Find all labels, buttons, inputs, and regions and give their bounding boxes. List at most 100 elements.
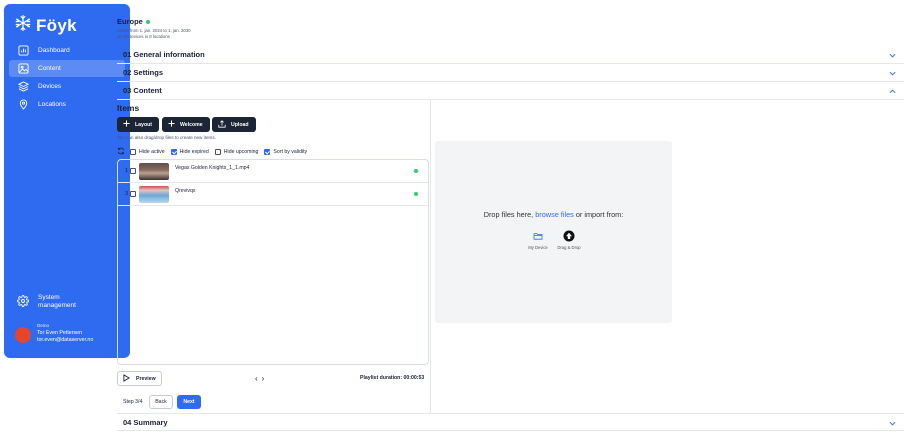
checkbox[interactable] (130, 168, 136, 174)
add-welcome-button[interactable]: Welcome (162, 117, 210, 132)
user-org: Demo (37, 323, 50, 328)
chevron-up-icon (888, 87, 896, 95)
filter-hide-expired[interactable]: Hide expired (170, 149, 209, 155)
file-dropzone[interactable]: Drop files here, browse files or import … (435, 141, 672, 323)
section-title: 03 Content (123, 86, 162, 95)
device-summary: on 10 devices in 8 locations (117, 34, 170, 39)
page-title: Europe (117, 17, 150, 26)
sidebar-nav: Dashboard Content Devices Locations (9, 42, 125, 114)
sidebar-item-dashboard[interactable]: Dashboard (9, 42, 125, 59)
plus-icon (168, 120, 175, 129)
main-content: Europe Active from 1. jan. 2024 to 1. ja… (117, 0, 904, 438)
system-label-line2: management (38, 302, 76, 309)
checkbox[interactable] (214, 149, 221, 155)
playlist-name: Europe (117, 17, 143, 26)
source-label: My Device (528, 245, 548, 250)
step-indicator: Step 3/4 (123, 399, 143, 405)
dropzone-text: Drop files here, browse files or import … (435, 210, 672, 219)
item-number: 1 (124, 168, 128, 174)
layers-icon (17, 81, 29, 93)
checkbox[interactable] (264, 149, 271, 155)
item-name: Qrevivqx (175, 188, 196, 194)
refresh-icon[interactable] (117, 147, 125, 157)
user-name: Tor Even Pettersen (37, 329, 83, 336)
chevron-down-icon (888, 69, 896, 77)
filter-hide-active[interactable]: Hide active (130, 149, 165, 155)
app-logo[interactable]: Föyk (14, 14, 77, 37)
filter-hide-upcoming[interactable]: Hide upcoming (214, 149, 259, 155)
chevron-down-icon (888, 419, 896, 427)
section-general-information[interactable]: 01 General information (117, 46, 904, 64)
item-thumbnail (139, 162, 169, 180)
app-name: Föyk (36, 15, 77, 35)
column-divider (430, 100, 431, 414)
item-thumbnail (139, 185, 169, 203)
filter-bar: Hide active Hide expired Hide upcoming S… (117, 147, 313, 157)
chevron-down-icon (888, 51, 896, 59)
sidebar: Föyk Dashboard Content Devices Locations (4, 4, 130, 358)
sidebar-item-label: Devices (38, 83, 62, 90)
upload-circle-icon (554, 230, 584, 242)
checkbox[interactable] (170, 149, 177, 155)
browse-files-link[interactable]: browse files (535, 210, 574, 219)
playlist-duration: Playlist duration: 00:00:53 (360, 375, 425, 381)
items-heading: Items (117, 103, 140, 113)
button-label: Welcome (180, 121, 203, 128)
button-label: Layout (135, 121, 153, 128)
next-button[interactable]: Next (177, 395, 201, 409)
next-page-button[interactable]: › (262, 374, 265, 383)
filter-label: Hide expired (179, 149, 209, 155)
section-title: 04 Summary (123, 417, 168, 427)
sidebar-item-label: Dashboard (38, 47, 70, 54)
user-email: tor.even@dataserver.no (37, 337, 94, 343)
sidebar-item-label: Content (38, 65, 61, 72)
section-summary[interactable]: 04 Summary (117, 413, 904, 431)
filter-label: Sort by validity (273, 149, 308, 155)
status-dot (414, 192, 418, 196)
user-profile[interactable]: Demo Tor Even Pettersen tor.even@dataser… (15, 322, 93, 345)
section-title: 01 General information (123, 50, 205, 59)
sidebar-item-label: Locations (38, 101, 66, 108)
status-dot (145, 19, 150, 24)
filter-sort-by-validity[interactable]: Sort by validity (264, 149, 307, 155)
location-pin-icon (17, 99, 29, 111)
dashboard-icon (17, 45, 29, 57)
checkbox[interactable] (130, 191, 136, 197)
snowflake-icon (14, 14, 32, 37)
sidebar-item-locations[interactable]: Locations (9, 96, 125, 113)
section-settings[interactable]: 02 Settings (117, 64, 904, 82)
pagination: ‹ › (255, 374, 264, 383)
filter-label: Hide upcoming (223, 149, 259, 155)
sidebar-item-content[interactable]: Content (9, 60, 125, 77)
source-my-device[interactable]: My Device (523, 230, 553, 250)
item-number: 3 (124, 191, 128, 197)
back-button[interactable]: Back (149, 395, 173, 409)
source-drag-drop[interactable]: Drag & Drop (554, 230, 584, 250)
drop-suffix: or import from: (575, 210, 624, 219)
list-item[interactable]: 1 Vegas Golden Knights_1_1.mp4 (118, 160, 428, 183)
avatar (15, 327, 31, 343)
prev-page-button[interactable]: ‹ (255, 374, 258, 383)
add-layout-button[interactable]: Layout (117, 117, 160, 132)
page-subtitle: Active from 1. jan. 2024 to 1. jan. 2030… (117, 28, 191, 40)
item-name: Vegas Golden Knights_1_1.mp4 (175, 165, 250, 171)
upload-icon (218, 119, 226, 130)
play-icon (123, 373, 130, 384)
image-icon (17, 63, 29, 75)
system-management-link[interactable]: System management (17, 294, 76, 310)
checkbox[interactable] (130, 149, 136, 155)
preview-button[interactable]: Preview (117, 371, 162, 386)
filter-label: Hide active (139, 149, 165, 155)
button-label: Preview (136, 375, 156, 382)
upload-button[interactable]: Upload (212, 117, 256, 132)
drop-prefix: Drop files here, (483, 210, 534, 219)
sidebar-item-devices[interactable]: Devices (9, 78, 125, 95)
source-label: Drag & Drop (557, 245, 581, 250)
items-list: 1 Vegas Golden Knights_1_1.mp4 3 Qrevivq… (117, 159, 429, 365)
section-content[interactable]: 03 Content (117, 82, 904, 100)
status-dot (414, 169, 418, 173)
plus-icon (123, 120, 130, 129)
gear-icon (17, 294, 29, 310)
helper-text: You can also drag/drop files to create n… (117, 135, 216, 140)
list-item[interactable]: 3 Qrevivqx (118, 183, 428, 206)
